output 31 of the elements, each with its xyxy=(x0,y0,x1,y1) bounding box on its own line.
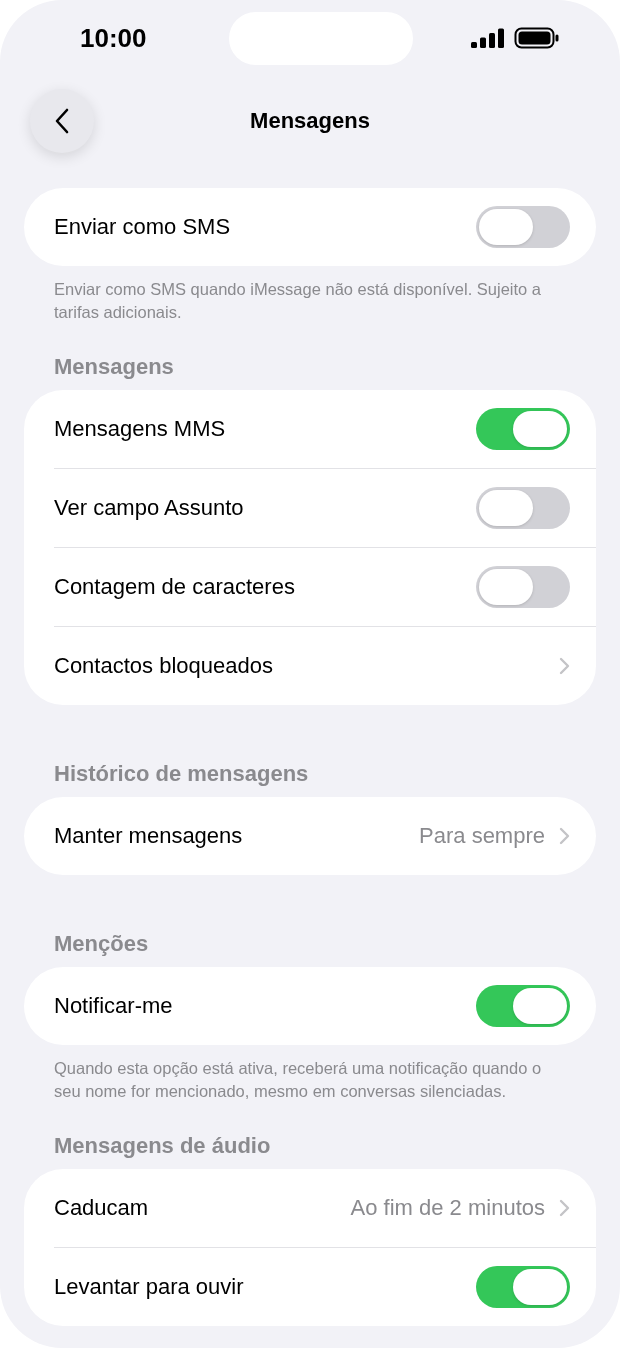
toggle-switch[interactable] xyxy=(476,487,570,529)
section-footer: Enviar como SMS quando iMessage não está disponível. Sujeito a tarifas adicionais. xyxy=(24,278,596,324)
battery-icon xyxy=(514,27,560,49)
setting-label: Levantar para ouvir xyxy=(54,1274,244,1300)
section-header: Menções xyxy=(53,931,150,957)
chevron-icon xyxy=(559,657,570,675)
chevron-icon xyxy=(559,827,570,845)
setting-label: Ver campo Assunto xyxy=(54,495,244,521)
toggle-switch[interactable] xyxy=(476,1266,570,1308)
page-title: Mensagens xyxy=(250,108,370,134)
status-time: 10:00 xyxy=(80,22,147,54)
setting-label: Caducam xyxy=(54,1195,149,1221)
setting-label: Contactos bloqueados xyxy=(54,653,273,679)
setting-label: Enviar como SMS xyxy=(54,214,231,240)
signal-icon xyxy=(471,28,504,48)
setting-label: Mensagens MMS xyxy=(54,416,226,442)
setting-value: Ao fim de 2 minutos xyxy=(350,1195,545,1221)
section-header: Histórico de mensagens xyxy=(53,761,310,787)
setting-label: Notificar-me xyxy=(54,993,173,1019)
setting-label: Contagem de caracteres xyxy=(54,574,295,600)
setting-label: Manter mensagens xyxy=(54,823,243,849)
toggle-switch[interactable] xyxy=(476,566,570,608)
setting-value: Para sempre xyxy=(419,823,545,849)
back-icon xyxy=(55,108,69,134)
toggle-switch[interactable] xyxy=(476,408,570,450)
section-footer: Quando esta opção está ativa, receberá uma notificação quando o seu nome for mencionado, mesmo em conversas silenciadas. xyxy=(24,1057,596,1103)
toggle-switch[interactable] xyxy=(476,206,570,248)
section-header: Mensagens xyxy=(53,354,175,380)
section-header: Mensagens de áudio xyxy=(53,1133,272,1159)
chevron-icon xyxy=(559,1199,570,1217)
toggle-switch[interactable] xyxy=(476,985,570,1027)
